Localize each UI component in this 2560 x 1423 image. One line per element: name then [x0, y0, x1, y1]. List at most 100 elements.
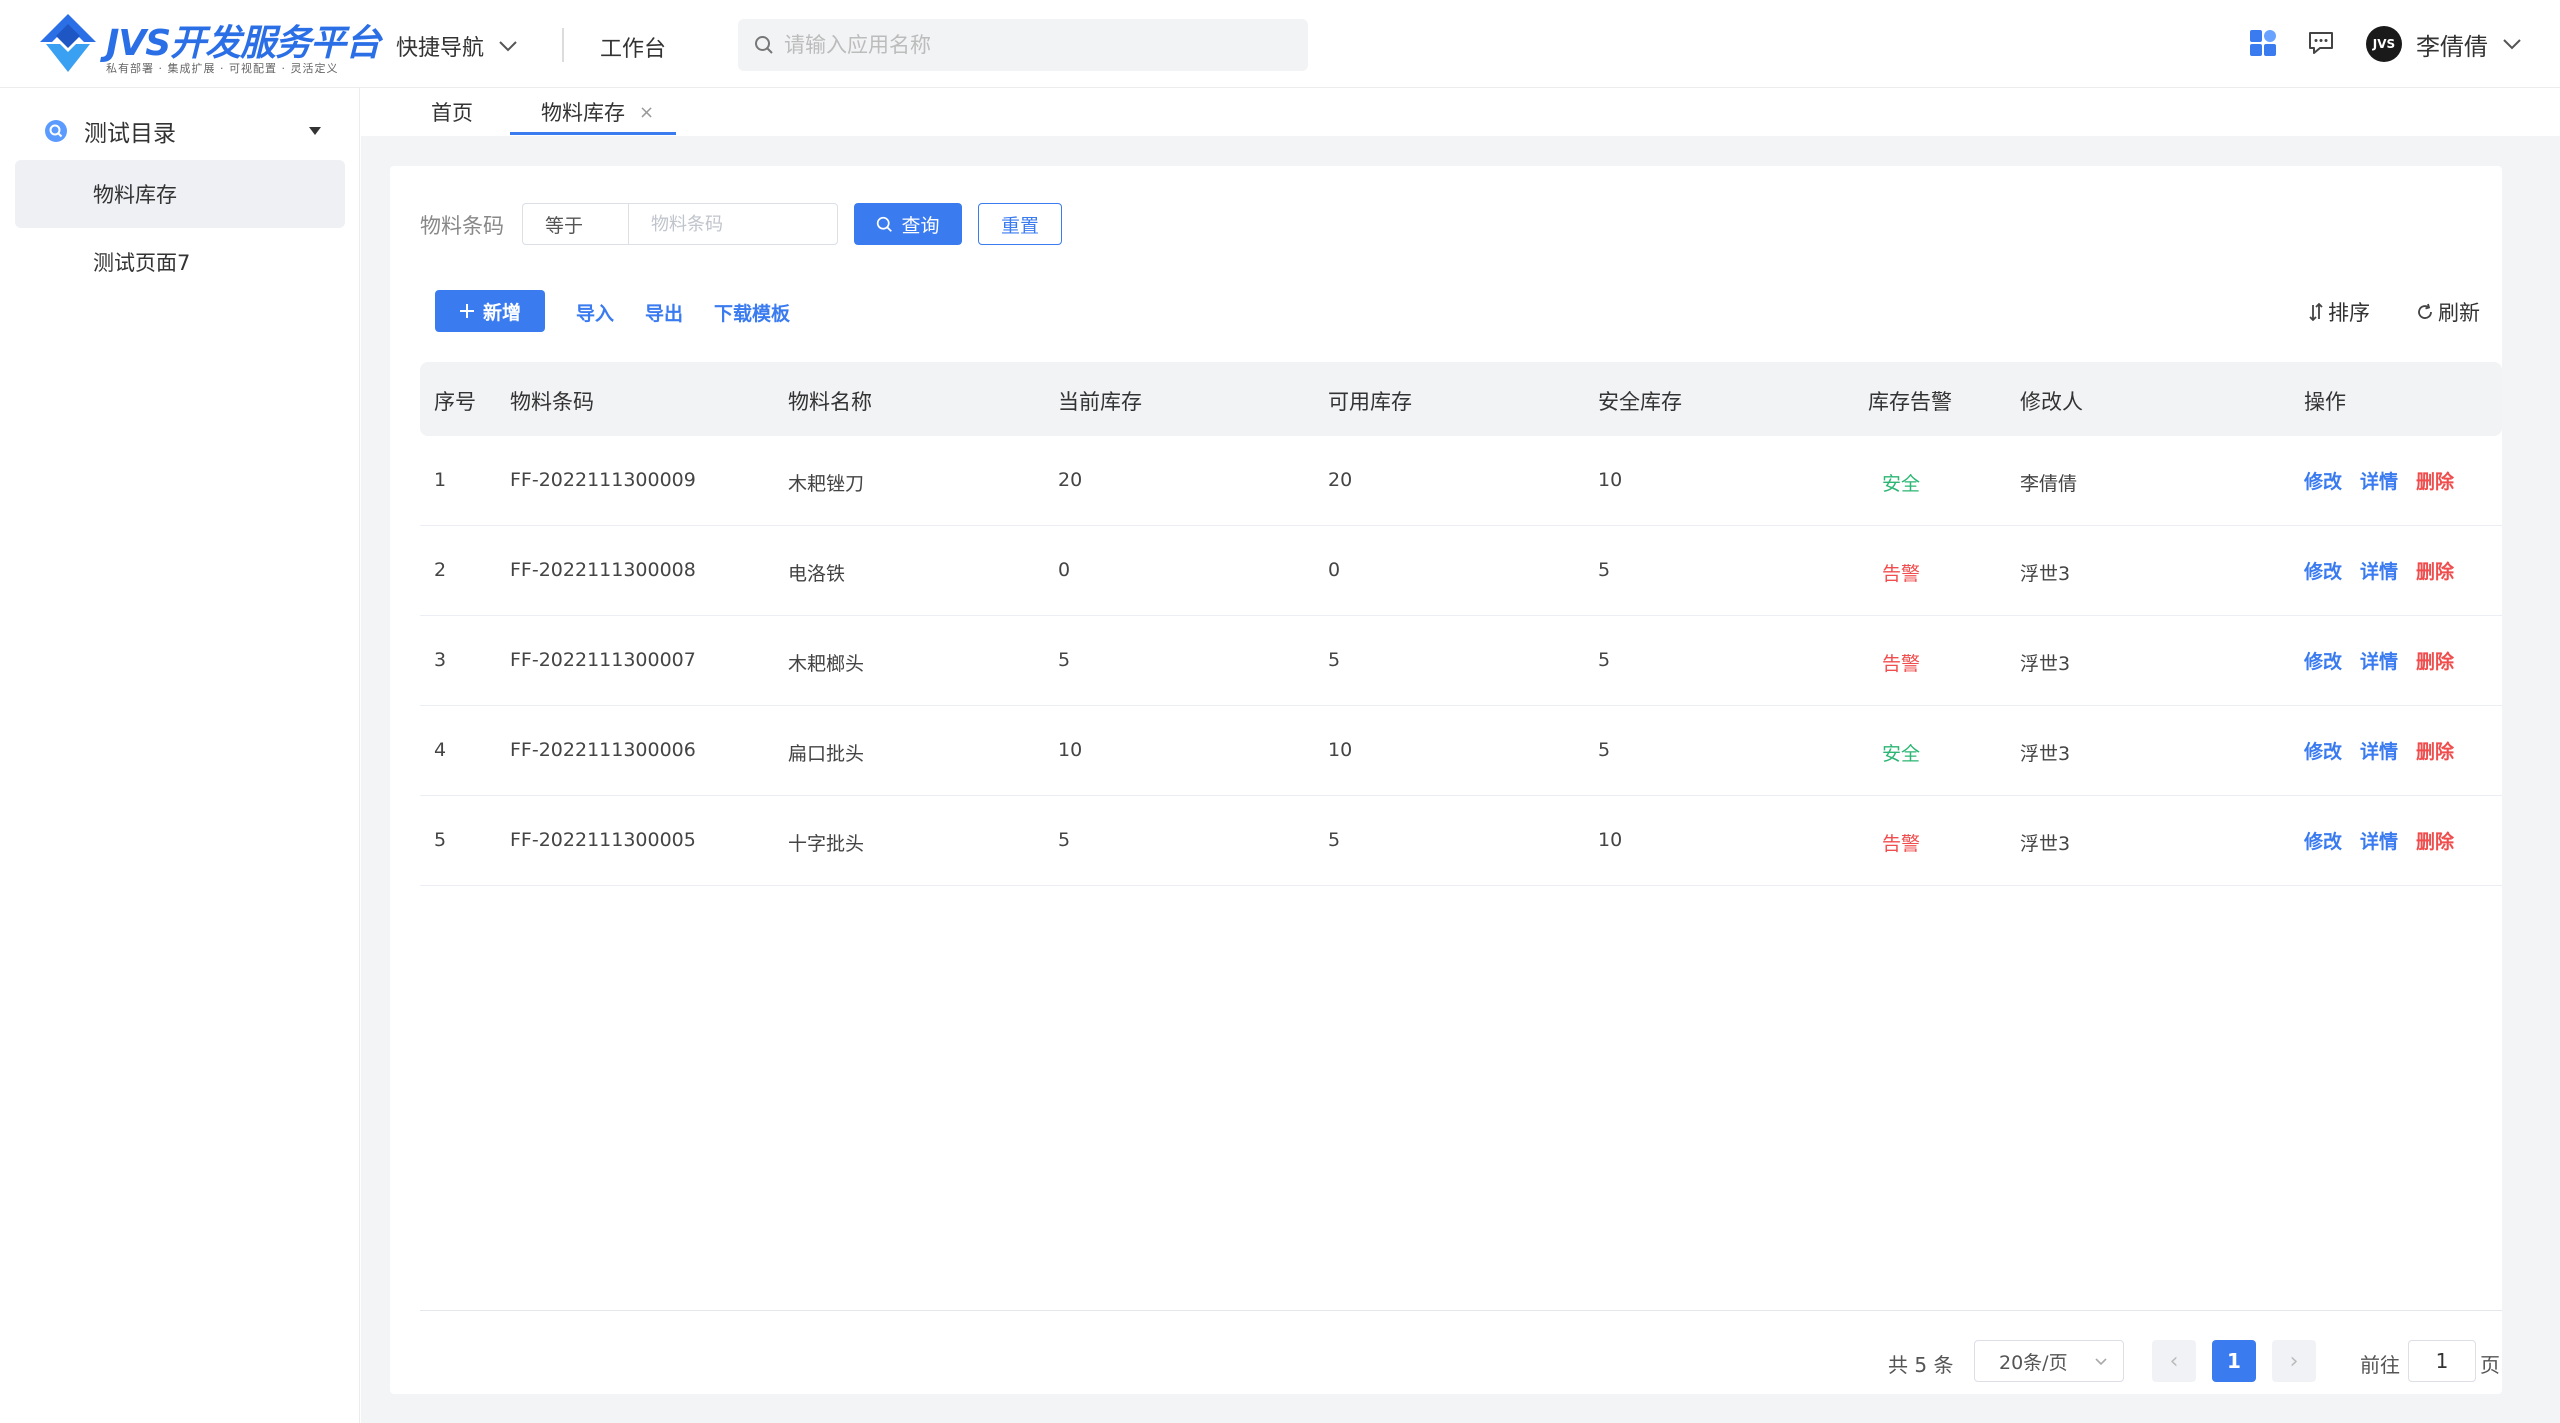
cell-safe: 5 — [1598, 649, 1611, 671]
delete-button[interactable]: 删除 — [2416, 827, 2454, 854]
sidebar-item-material-stock[interactable]: 物料库存 — [15, 160, 345, 228]
app-search-input[interactable] — [784, 33, 1264, 57]
sort-label: 排序 — [2328, 301, 2370, 325]
cell-modifier: 浮世3 — [2020, 833, 2071, 855]
tab-material-stock[interactable]: 物料库存 × — [541, 88, 654, 136]
search-icon — [877, 216, 893, 232]
cell-modifier: 李倩倩 — [2020, 473, 2078, 495]
status-badge: 告警 — [1882, 833, 1921, 855]
pagination-total: 共 5 条 — [1888, 1353, 1954, 1377]
user-name: 李倩倩 — [2416, 32, 2488, 61]
cell-available: 5 — [1328, 649, 1341, 671]
cell-current: 10 — [1058, 739, 1083, 761]
cell-available: 20 — [1328, 469, 1353, 491]
edit-button[interactable]: 修改 — [2304, 737, 2342, 764]
detail-button[interactable]: 详情 — [2360, 557, 2398, 584]
download-template-button[interactable]: 下载模板 — [714, 299, 790, 326]
column-header: 修改人 — [2020, 390, 2083, 414]
cell-code: FF-2022111300005 — [510, 829, 696, 851]
detail-button[interactable]: 详情 — [2360, 737, 2398, 764]
status-badge: 告警 — [1882, 653, 1921, 675]
user-menu[interactable]: JVS 李倩倩 — [2366, 26, 2522, 62]
cell-safe: 10 — [1598, 469, 1623, 491]
cell-modifier: 浮世3 — [2020, 563, 2071, 585]
cell-code: FF-2022111300006 — [510, 739, 696, 761]
tab-home[interactable]: 首页 — [431, 88, 473, 136]
cell-code: FF-2022111300007 — [510, 649, 696, 671]
cell-index: 4 — [434, 739, 447, 761]
table-row: 3 FF-2022111300007 木耙榔头 5 5 5 告警 浮世3 修改 … — [420, 616, 2502, 706]
apps-grid-icon[interactable] — [2248, 28, 2280, 60]
edit-button[interactable]: 修改 — [2304, 827, 2342, 854]
export-button[interactable]: 导出 — [645, 299, 683, 326]
next-page-button[interactable]: › — [2272, 1340, 2316, 1382]
detail-button[interactable]: 详情 — [2360, 647, 2398, 674]
quick-nav-label: 快捷导航 — [396, 36, 485, 61]
cell-modifier: 浮世3 — [2020, 743, 2071, 765]
cell-index: 2 — [434, 559, 447, 581]
prev-page-button[interactable]: ‹ — [2152, 1340, 2196, 1382]
cell-current: 20 — [1058, 469, 1083, 491]
table-row: 1 FF-2022111300009 木耙锉刀 20 20 10 安全 李倩倩 … — [420, 436, 2502, 526]
add-button[interactable]: 新增 — [435, 290, 545, 332]
cell-current: 0 — [1058, 559, 1071, 581]
top-header: JVS开发服务平台 私有部署 · 集成扩展 · 可视配置 · 灵活定义 快捷导航… — [0, 0, 2560, 88]
table-row: 5 FF-2022111300005 十字批头 5 5 10 告警 浮世3 修改… — [420, 796, 2502, 886]
chevron-down-icon — [2503, 39, 2521, 50]
import-button[interactable]: 导入 — [576, 299, 614, 326]
chevron-down-icon — [2095, 1358, 2107, 1366]
message-icon[interactable] — [2306, 28, 2336, 58]
page-size-select[interactable]: 20条/页 — [1974, 1340, 2124, 1382]
cell-name: 电洛铁 — [788, 563, 846, 585]
delete-button[interactable]: 删除 — [2416, 647, 2454, 674]
cell-index: 3 — [434, 649, 447, 671]
delete-button[interactable]: 删除 — [2416, 467, 2454, 494]
delete-button[interactable]: 删除 — [2416, 737, 2454, 764]
edit-button[interactable]: 修改 — [2304, 467, 2342, 494]
column-header: 物料名称 — [788, 390, 872, 414]
column-header: 序号 — [434, 390, 476, 414]
table-divider — [420, 1310, 2502, 1311]
column-header: 安全库存 — [1598, 390, 1682, 414]
material-code-input[interactable] — [628, 203, 838, 245]
status-badge: 安全 — [1882, 743, 1921, 765]
cell-index: 1 — [434, 469, 447, 491]
sort-icon — [2309, 302, 2323, 322]
page-tabs: 首页 物料库存 × — [361, 88, 2560, 136]
detail-button[interactable]: 详情 — [2360, 827, 2398, 854]
app-logo[interactable]: JVS开发服务平台 私有部署 · 集成扩展 · 可视配置 · 灵活定义 — [38, 10, 381, 76]
sidebar: 测试目录 物料库存 测试页面7 — [0, 88, 360, 1423]
refresh-button[interactable]: 刷新 — [2416, 297, 2480, 327]
cell-name: 木耙锉刀 — [788, 473, 865, 495]
close-icon[interactable]: × — [639, 102, 654, 123]
cell-safe: 10 — [1598, 829, 1623, 851]
cell-current: 5 — [1058, 649, 1071, 671]
page-number-1[interactable]: 1 — [2212, 1340, 2256, 1382]
logo-title: JVS开发服务平台 — [106, 23, 381, 64]
query-button-label: 查询 — [901, 214, 940, 237]
column-header: 可用库存 — [1328, 390, 1412, 414]
table-row: 2 FF-2022111300008 电洛铁 0 0 5 告警 浮世3 修改 详… — [420, 526, 2502, 616]
status-badge: 安全 — [1882, 473, 1921, 495]
filter-operator-select[interactable]: 等于 — [522, 203, 628, 245]
cell-available: 5 — [1328, 829, 1341, 851]
detail-button[interactable]: 详情 — [2360, 467, 2398, 494]
plus-icon — [459, 304, 474, 318]
query-button[interactable]: 查询 — [854, 203, 962, 245]
sidebar-group-test-directory[interactable]: 测试目录 — [0, 106, 360, 156]
nav-divider — [562, 28, 564, 62]
goto-page-input[interactable] — [2408, 1340, 2476, 1382]
sort-button[interactable]: 排序 — [2308, 297, 2370, 327]
edit-button[interactable]: 修改 — [2304, 647, 2342, 674]
search-icon — [755, 36, 773, 54]
status-badge: 告警 — [1882, 563, 1921, 585]
cell-index: 5 — [434, 829, 447, 851]
quick-nav-menu[interactable]: 快捷导航 — [396, 30, 518, 62]
column-header: 物料条码 — [510, 390, 594, 414]
refresh-label: 刷新 — [2438, 301, 2480, 325]
sidebar-item-test-page-7[interactable]: 测试页面7 — [15, 228, 345, 296]
edit-button[interactable]: 修改 — [2304, 557, 2342, 584]
workbench-link[interactable]: 工作台 — [600, 31, 666, 63]
delete-button[interactable]: 删除 — [2416, 557, 2454, 584]
reset-button[interactable]: 重置 — [978, 203, 1062, 245]
